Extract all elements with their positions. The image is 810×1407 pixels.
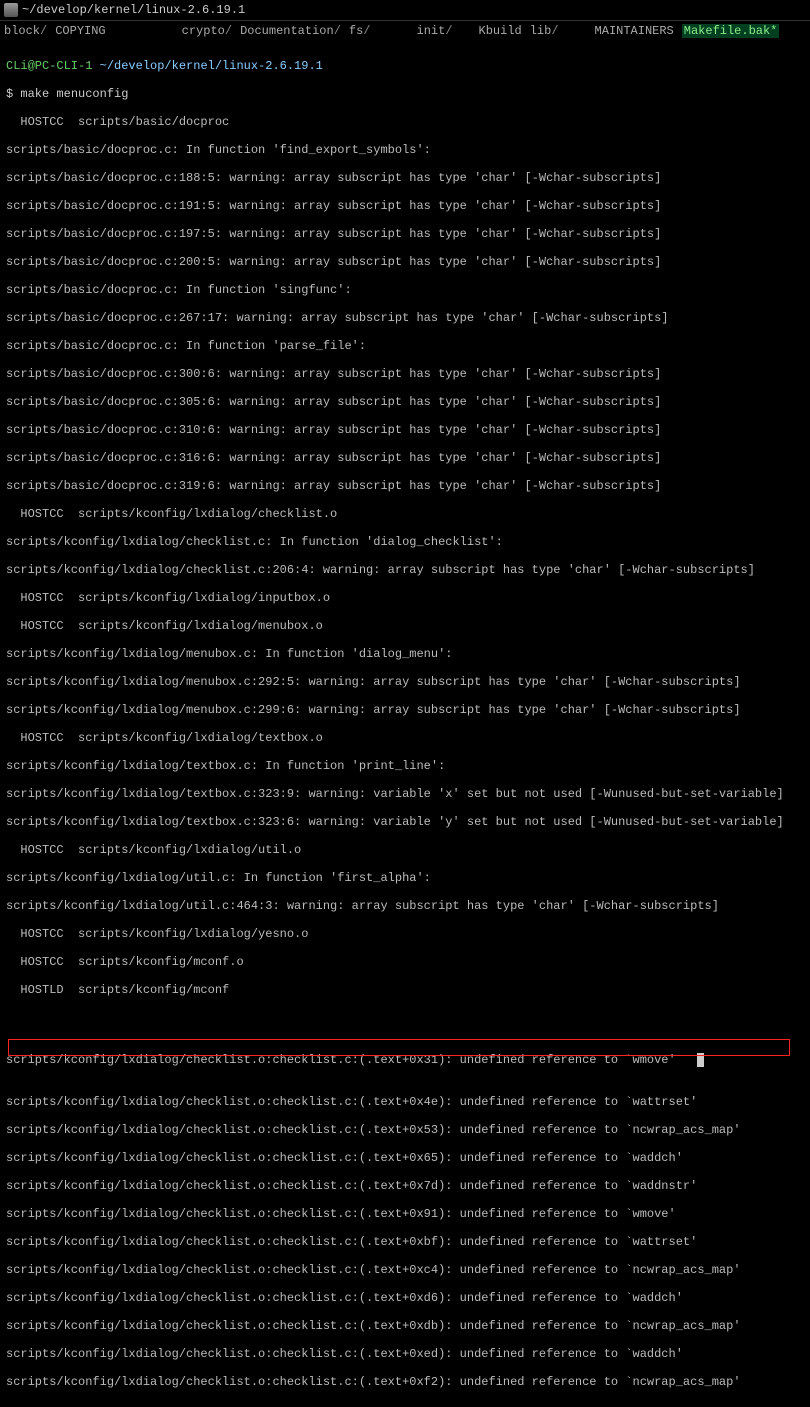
output-line: scripts/kconfig/lxdialog/menubox.c: In f… (6, 647, 804, 661)
output-line: scripts/kconfig/lxdialog/checklist.c: In… (6, 535, 804, 549)
output-line: scripts/basic/docproc.c:300:6: warning: … (6, 367, 804, 381)
output-line: scripts/kconfig/lxdialog/util.c:464:3: w… (6, 899, 804, 913)
output-line: HOSTCC scripts/kconfig/lxdialog/menubox.… (6, 619, 804, 633)
output-line: HOSTCC scripts/kconfig/lxdialog/checklis… (6, 507, 804, 521)
output-line: scripts/kconfig/lxdialog/checklist.o:che… (6, 1095, 804, 1109)
command-line: $ make menuconfig (6, 87, 804, 101)
tab-makefile-bak[interactable]: Makefile.bak* (682, 24, 780, 38)
output-line: scripts/kconfig/lxdialog/checklist.o:che… (6, 1179, 804, 1193)
output-line: scripts/basic/docproc.c: In function 'si… (6, 283, 804, 297)
tab-fs[interactable]: fs (349, 24, 363, 38)
output-line: scripts/kconfig/lxdialog/menubox.c:299:6… (6, 703, 804, 717)
output-line: HOSTCC scripts/kconfig/lxdialog/util.o (6, 843, 804, 857)
prompt-path: ~/develop/kernel/linux-2.6.19.1 (100, 59, 323, 73)
output-line: scripts/basic/docproc.c:310:6: warning: … (6, 423, 804, 437)
output-line: scripts/basic/docproc.c:191:5: warning: … (6, 199, 804, 213)
output-line: scripts/kconfig/lxdialog/checklist.o:che… (6, 1291, 804, 1305)
window-titlebar: ~/develop/kernel/linux-2.6.19.1 (0, 0, 810, 21)
output-line: scripts/kconfig/lxdialog/checklist.o:che… (6, 1375, 804, 1389)
output-line: scripts/kconfig/lxdialog/textbox.c:323:6… (6, 815, 804, 829)
output-line: scripts/kconfig/lxdialog/menubox.c:292:5… (6, 675, 804, 689)
output-line: HOSTCC scripts/basic/docproc (6, 115, 804, 129)
tab-copying[interactable]: COPYING (55, 24, 105, 38)
output-line: HOSTCC scripts/kconfig/lxdialog/yesno.o (6, 927, 804, 941)
prompt-line: CLi@PC-CLI-1 ~/develop/kernel/linux-2.6.… (6, 59, 804, 73)
output-line: scripts/basic/docproc.c:305:6: warning: … (6, 395, 804, 409)
output-line: scripts/kconfig/lxdialog/checklist.o:che… (6, 1347, 804, 1361)
window-title: ~/develop/kernel/linux-2.6.19.1 (22, 3, 245, 17)
tab-maintainers[interactable]: MAINTAINERS (595, 24, 674, 38)
output-line: scripts/kconfig/lxdialog/checklist.c:206… (6, 563, 804, 577)
text-cursor (697, 1053, 704, 1067)
output-line: scripts/kconfig/lxdialog/textbox.c:323:9… (6, 787, 804, 801)
output-line: scripts/basic/docproc.c:197:5: warning: … (6, 227, 804, 241)
output-line: scripts/kconfig/lxdialog/checklist.o:che… (6, 1207, 804, 1221)
prompt-dollar: $ (6, 87, 20, 101)
output-line: HOSTLD scripts/kconfig/mconf (6, 983, 804, 997)
output-line: scripts/basic/docproc.c: In function 'pa… (6, 339, 804, 353)
output-line: scripts/kconfig/lxdialog/checklist.o:che… (6, 1123, 804, 1137)
output-line: scripts/basic/docproc.c:267:17: warning:… (6, 311, 804, 325)
tab-init[interactable]: init (417, 24, 446, 38)
output-line: scripts/kconfig/lxdialog/checklist.o:che… (6, 1263, 804, 1277)
output-line: scripts/basic/docproc.c: In function 'fi… (6, 143, 804, 157)
tab-crypto[interactable]: crypto (182, 24, 225, 38)
output-line: scripts/kconfig/lxdialog/util.c: In func… (6, 871, 804, 885)
tab-kbuild[interactable]: Kbuild (479, 24, 522, 38)
output-line: HOSTCC scripts/kconfig/lxdialog/textbox.… (6, 731, 804, 745)
output-line: scripts/basic/docproc.c:200:5: warning: … (6, 255, 804, 269)
app-icon (4, 3, 18, 17)
output-line: scripts/kconfig/lxdialog/checklist.o:che… (6, 1151, 804, 1165)
output-line: scripts/basic/docproc.c:188:5: warning: … (6, 171, 804, 185)
output-line: scripts/basic/docproc.c:319:6: warning: … (6, 479, 804, 493)
output-line-highlighted: scripts/kconfig/lxdialog/checklist.o:che… (6, 1053, 804, 1067)
tab-lib[interactable]: lib (530, 24, 552, 38)
command-text: make menuconfig (20, 87, 128, 101)
output-line: HOSTCC scripts/kconfig/lxdialog/inputbox… (6, 591, 804, 605)
output-line: scripts/kconfig/lxdialog/checklist.o:che… (6, 1235, 804, 1249)
prompt-user: CLi@PC-CLI-1 (6, 59, 100, 73)
output-line: HOSTCC scripts/kconfig/mconf.o (6, 955, 804, 969)
output-line: scripts/kconfig/lxdialog/checklist.o:che… (6, 1319, 804, 1333)
output-line: scripts/basic/docproc.c:316:6: warning: … (6, 451, 804, 465)
file-tabs: block/ COPYING crypto/ Documentation/ fs… (0, 21, 810, 41)
output-line: scripts/kconfig/lxdialog/textbox.c: In f… (6, 759, 804, 773)
tab-documentation[interactable]: Documentation (240, 24, 334, 38)
terminal-output[interactable]: CLi@PC-CLI-1 ~/develop/kernel/linux-2.6.… (0, 41, 810, 1407)
tab-block[interactable]: block (4, 24, 40, 38)
